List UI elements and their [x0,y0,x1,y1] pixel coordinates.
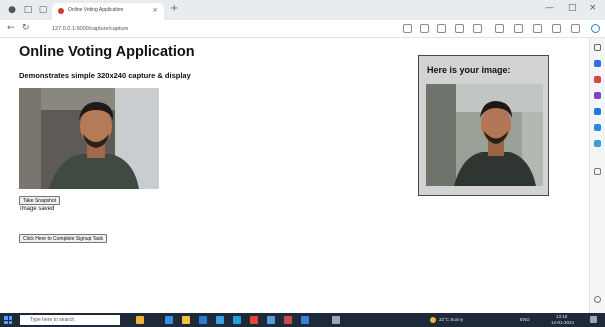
tab-strip: ● □ ▢ Online Voting Application × + — □ … [0,0,605,20]
file-explorer-icon[interactable] [182,316,190,324]
webcam-preview [19,88,159,189]
more-menu-icon[interactable] [571,24,580,33]
app-icon-4[interactable] [332,316,340,324]
widgets-icon[interactable] [136,316,144,324]
tab-online-voting[interactable]: Online Voting Application × [52,3,164,20]
workspaces-icon[interactable]: □ [22,4,34,16]
browser-window: ● □ ▢ Online Voting Application × + — □ … [0,0,605,327]
notifications-icon[interactable] [590,316,597,323]
weather-icon [430,317,436,323]
page-content: Online Voting Application Demonstrates s… [0,38,589,313]
windows-start-icon[interactable] [4,316,12,324]
captured-image [426,84,543,186]
app-icon-2[interactable] [284,316,292,324]
favorites-icon[interactable] [473,24,482,33]
tab-actions-icon[interactable]: ▢ [37,4,49,16]
take-snapshot-button[interactable]: Take Snapshot [19,196,61,205]
outlook-icon[interactable] [594,124,601,131]
clock-date[interactable]: 14-01-2024 [551,320,574,325]
downloads-icon[interactable] [533,24,542,33]
read-aloud-icon[interactable] [403,24,412,33]
page-subtitle: Demonstrates simple 320x240 capture & di… [19,71,191,80]
edge-icon[interactable] [233,316,241,324]
app-icon[interactable] [267,316,275,324]
webcam-frame [19,88,159,189]
maximize-button[interactable]: □ [568,3,577,13]
complete-signup-button[interactable]: Click Here to Complete Signup Task [19,234,107,243]
mail-icon[interactable] [199,316,207,324]
browser-toolbar: ← ↻ 127.0.0.1:5000/capture/capture [0,20,605,38]
search-icon[interactable] [594,44,601,51]
clock-time[interactable]: 13:18 [556,314,567,319]
language-indicator[interactable]: ENG [520,317,530,322]
store-icon[interactable] [216,316,224,324]
split-screen-icon[interactable] [455,24,464,33]
settings-icon[interactable] [594,296,601,303]
result-title: Here is your image: [427,65,511,75]
copilot-icon[interactable] [591,24,600,33]
close-window-button[interactable]: × [589,3,597,13]
page-title: Online Voting Application [19,44,195,60]
weather-text[interactable]: 32°C Sunny [439,317,463,322]
address-url: 127.0.0.1:5000/capture/capture [52,26,129,32]
shopping-icon[interactable] [594,60,601,67]
edge-sidebar [589,38,605,313]
app-icon-3[interactable] [301,316,309,324]
new-tab-button[interactable]: + [170,3,178,14]
taskbar-search-box[interactable]: Type here to search [20,315,120,325]
extensions-icon[interactable] [514,24,523,33]
status-text: Image saved [20,206,55,212]
refresh-icon[interactable]: ↻ [22,23,30,33]
office-icon[interactable] [594,108,601,115]
tab-title: Online Voting Application [68,7,124,13]
windows-taskbar: Type here to search 32°C Sunny ENG 13:18… [0,313,605,327]
close-tab-icon[interactable]: × [152,6,158,14]
drop-icon[interactable] [594,140,601,147]
taskbar-search-placeholder: Type here to search [30,317,75,323]
games-icon[interactable] [594,92,601,99]
captured-frame [426,84,543,186]
chrome-icon[interactable] [250,316,258,324]
address-bar[interactable]: 127.0.0.1:5000/capture/capture [44,23,392,35]
tools-icon[interactable] [594,76,601,83]
add-icon[interactable] [594,168,601,175]
collections-icon[interactable] [495,24,504,33]
favorite-star-icon[interactable] [437,24,446,33]
favicon-icon [58,8,64,14]
result-panel: Here is your image: [418,55,549,196]
minimize-button[interactable]: — [545,3,554,13]
profile-icon[interactable]: ● [6,4,18,16]
back-icon[interactable]: ← [7,23,15,33]
translate-icon[interactable] [420,24,429,33]
settings-icon[interactable] [552,24,561,33]
task-view-icon[interactable] [165,316,173,324]
